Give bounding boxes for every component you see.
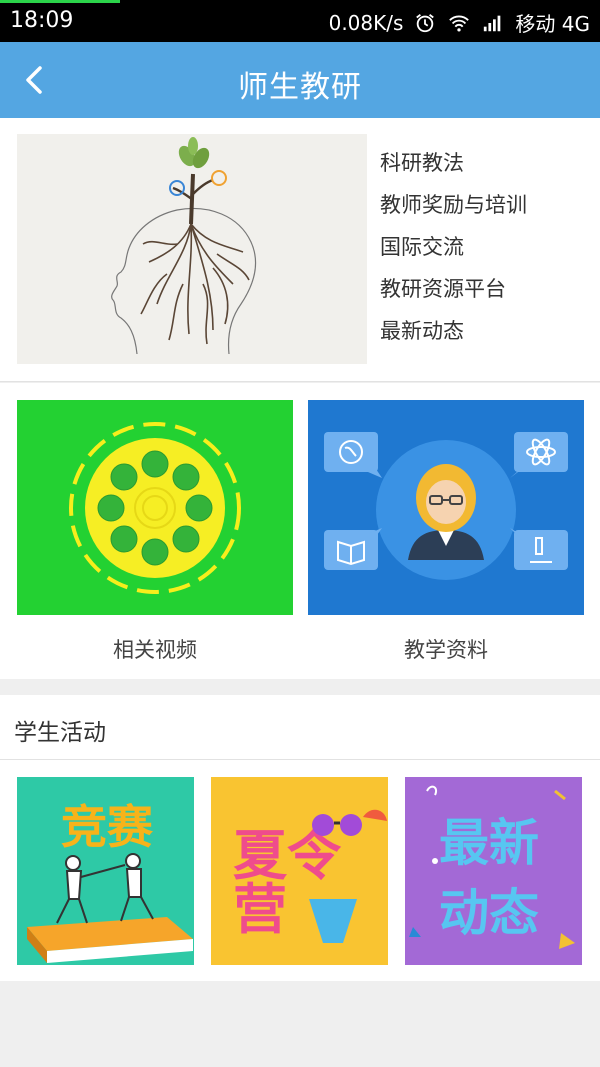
link-latest-news[interactable]: 最新动态 (380, 314, 527, 356)
related-video-tile[interactable] (17, 400, 293, 615)
alarm-icon (416, 13, 435, 32)
activity-tile-summer-camp[interactable]: 夏令营 (211, 777, 388, 965)
divider (0, 759, 600, 760)
download-progress-line (0, 0, 120, 3)
wifi-icon (449, 15, 470, 32)
status-bar: 18:09 0.08K/s 移动 4G (0, 0, 600, 42)
link-international-exchange[interactable]: 国际交流 (380, 230, 527, 272)
activity-tile-competition[interactable]: 竞赛 (17, 777, 194, 965)
tree-head-illustration (17, 134, 367, 364)
related-video-label: 相关视频 (113, 638, 197, 662)
section-title-student-activities: 学生活动 (14, 720, 106, 746)
status-right: 0.08K/s 移动 4G (329, 8, 590, 37)
link-teacher-awards[interactable]: 教师奖励与培训 (380, 188, 527, 230)
status-time: 18:09 (10, 8, 74, 33)
research-link-list: 科研教法 教师奖励与培训 国际交流 教研资源平台 最新动态 (380, 146, 527, 356)
media-tiles-section: 相关视频 教学资料 (0, 383, 600, 679)
teaching-material-tile[interactable] (308, 400, 584, 615)
app-header: 师生教研 (0, 42, 600, 118)
research-section: 科研教法 教师奖励与培训 国际交流 教研资源平台 最新动态 (0, 118, 600, 382)
signal-icon (484, 15, 501, 31)
network-speed: 0.08K/s (328, 10, 404, 35)
activity-tile-latest-news[interactable]: 最新 动态 (405, 777, 582, 965)
carrier-label: 移动 4G (515, 12, 590, 36)
page-title: 师生教研 (238, 70, 362, 105)
link-research-methods[interactable]: 科研教法 (380, 146, 527, 188)
teaching-material-label: 教学资料 (404, 638, 488, 662)
link-resource-platform[interactable]: 教研资源平台 (380, 272, 527, 314)
student-activities-section: 学生活动 竞赛 夏令营 最新 动态 (0, 695, 600, 981)
